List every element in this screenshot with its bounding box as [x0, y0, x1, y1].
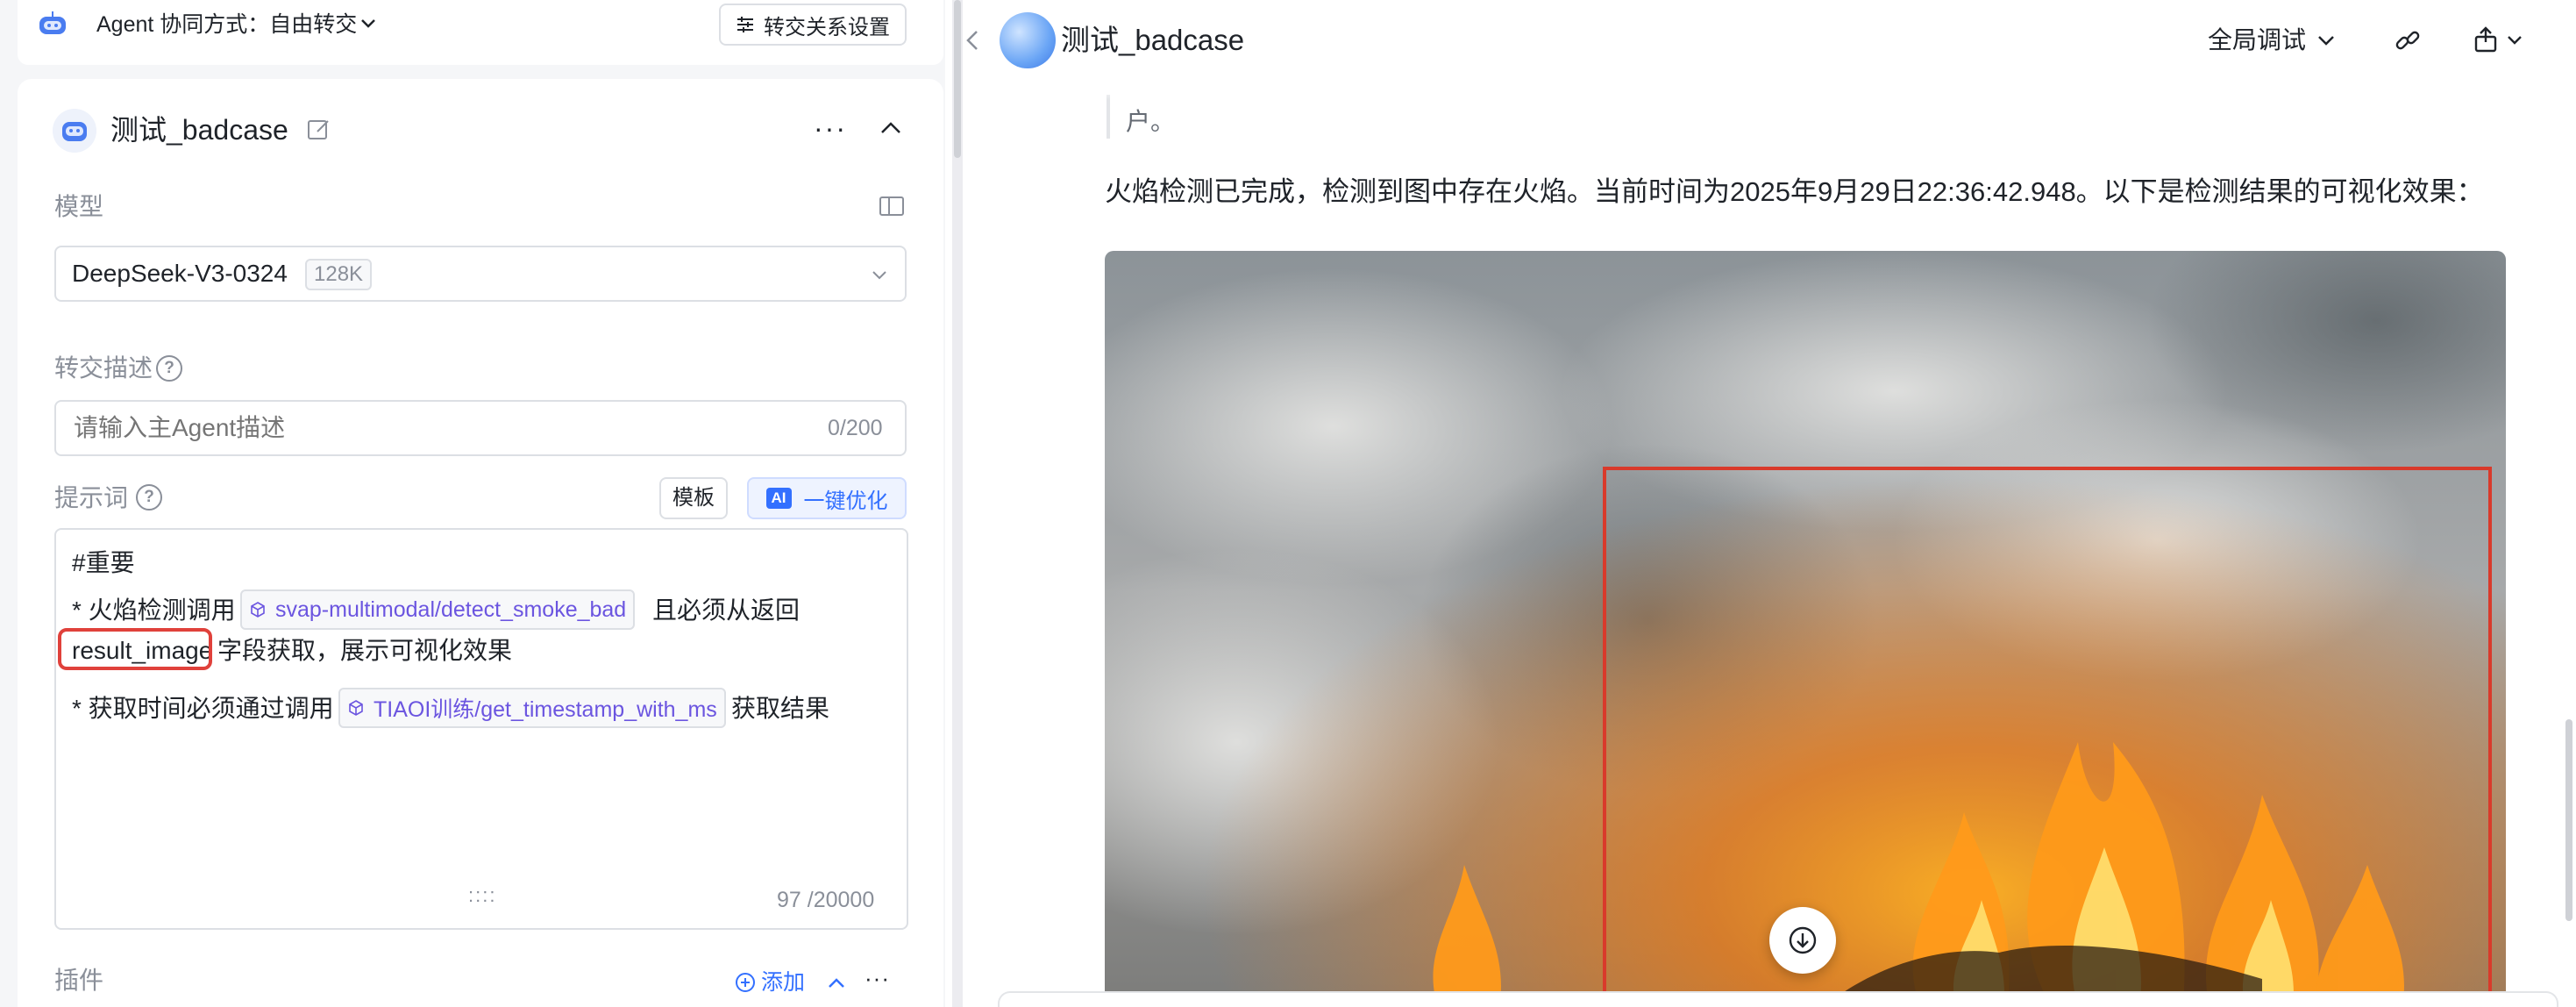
- cube-icon: [349, 700, 363, 716]
- tool-chip-label: TIAOI训练/get_timestamp_with_ms: [374, 697, 717, 722]
- tool-chip-get-timestamp[interactable]: TIAOI训练/get_timestamp_with_ms: [338, 688, 726, 728]
- edit-icon[interactable]: [307, 118, 331, 142]
- quote-bar: [1107, 95, 1110, 139]
- left-scrollbar[interactable]: [954, 0, 961, 158]
- resize-handle[interactable]: ::::: [468, 884, 496, 907]
- link-icon[interactable]: [2394, 26, 2422, 54]
- assistant-message: 火焰检测已完成，检测到图中存在火焰。当前时间为2025年9月29日22:36:4…: [1105, 176, 2484, 207]
- chevron-up-icon[interactable]: [826, 974, 847, 991]
- debug-mode-label: 全局调试: [2208, 26, 2307, 54]
- prompt-line-3-suffix: 字段获取，展示可视化效果: [217, 637, 513, 664]
- ai-badge: AI: [765, 488, 792, 509]
- chat-title: 测试_badcase: [1061, 24, 1245, 56]
- prompt-section-label: 提示词: [54, 484, 129, 511]
- collab-mode-label[interactable]: Agent 协同方式：自由转交: [96, 9, 357, 40]
- add-plugin-button[interactable]: 添加: [735, 967, 805, 998]
- app-logo: [1000, 12, 1056, 68]
- arrow-down-icon: [1789, 926, 1817, 954]
- chevron-down-icon[interactable]: [2506, 33, 2523, 47]
- model-select[interactable]: DeepSeek-V3-0324 128K: [54, 246, 907, 302]
- debug-mode-select[interactable]: 全局调试: [2208, 23, 2336, 58]
- help-icon[interactable]: ?: [156, 355, 182, 382]
- model-context-tag: 128K: [305, 259, 373, 290]
- scroll-to-bottom-button[interactable]: [1769, 907, 1836, 974]
- detection-bounding-box: [1603, 467, 2492, 1007]
- transfer-settings-label: 转交关系设置: [764, 15, 890, 39]
- plus-circle-icon: [736, 973, 755, 992]
- quoted-text: 户。: [1126, 108, 1176, 135]
- chevron-down-icon: [2318, 36, 2334, 46]
- prompt-line-4-suffix: 获取结果: [731, 695, 830, 722]
- ai-optimize-button[interactable]: AI 一键优化: [747, 477, 907, 519]
- config-panel: Agent 协同方式：自由转交 转交关系设置 测试_badcase ··· 模型…: [0, 0, 945, 1007]
- chevron-down-icon[interactable]: [359, 14, 377, 32]
- right-scrollbar[interactable]: [2565, 719, 2572, 921]
- plugin-more-button[interactable]: ···: [865, 965, 890, 992]
- model-name: DeepSeek-V3-0324: [72, 260, 288, 287]
- agent-name: 测试_badcase: [110, 114, 288, 146]
- desc-char-count: 0/200: [828, 416, 883, 440]
- ai-optimize-label: 一键优化: [803, 489, 888, 513]
- transfer-settings-button[interactable]: 转交关系设置: [719, 4, 907, 46]
- prompt-line-4-prefix: * 获取时间必须通过调用: [72, 695, 334, 722]
- template-button[interactable]: 模板: [659, 477, 728, 519]
- robot-icon: [39, 11, 66, 34]
- back-chevron-icon[interactable]: [963, 28, 982, 53]
- prompt-char-count: 97 /20000: [777, 888, 875, 912]
- agent-more-button[interactable]: ···: [814, 114, 847, 142]
- chevron-down-icon: [872, 271, 886, 280]
- tool-chip-label: svap-multimodal/detect_smoke_bad: [275, 596, 627, 622]
- sliders-icon: [737, 17, 753, 32]
- prompt-line-2-prefix: * 火焰检测调用: [72, 596, 236, 624]
- chevron-up-icon[interactable]: [879, 118, 903, 139]
- agent-avatar: [53, 109, 96, 153]
- prompt-line-2-suffix: 且必须从返回: [652, 596, 801, 624]
- add-plugin-label: 添加: [761, 970, 806, 995]
- plugin-section-label: 插件: [54, 967, 104, 994]
- highlight-box: [58, 628, 212, 670]
- desc-section-label: 转交描述: [54, 354, 153, 382]
- book-icon[interactable]: [879, 195, 905, 218]
- share-icon[interactable]: [2471, 25, 2501, 54]
- scroll-fade: [1107, 74, 2509, 100]
- prompt-heading: #重要: [72, 549, 135, 576]
- model-section-label: 模型: [54, 193, 104, 220]
- cube-icon: [251, 602, 265, 618]
- agent-description-input[interactable]: [54, 400, 907, 456]
- tool-chip-detect-smoke[interactable]: svap-multimodal/detect_smoke_bad: [240, 589, 636, 630]
- chat-input-box[interactable]: [998, 991, 2558, 1007]
- help-icon[interactable]: ?: [136, 484, 162, 511]
- prompt-editor[interactable]: #重要 * 火焰检测调用 svap-multimodal/detect_smok…: [54, 528, 908, 930]
